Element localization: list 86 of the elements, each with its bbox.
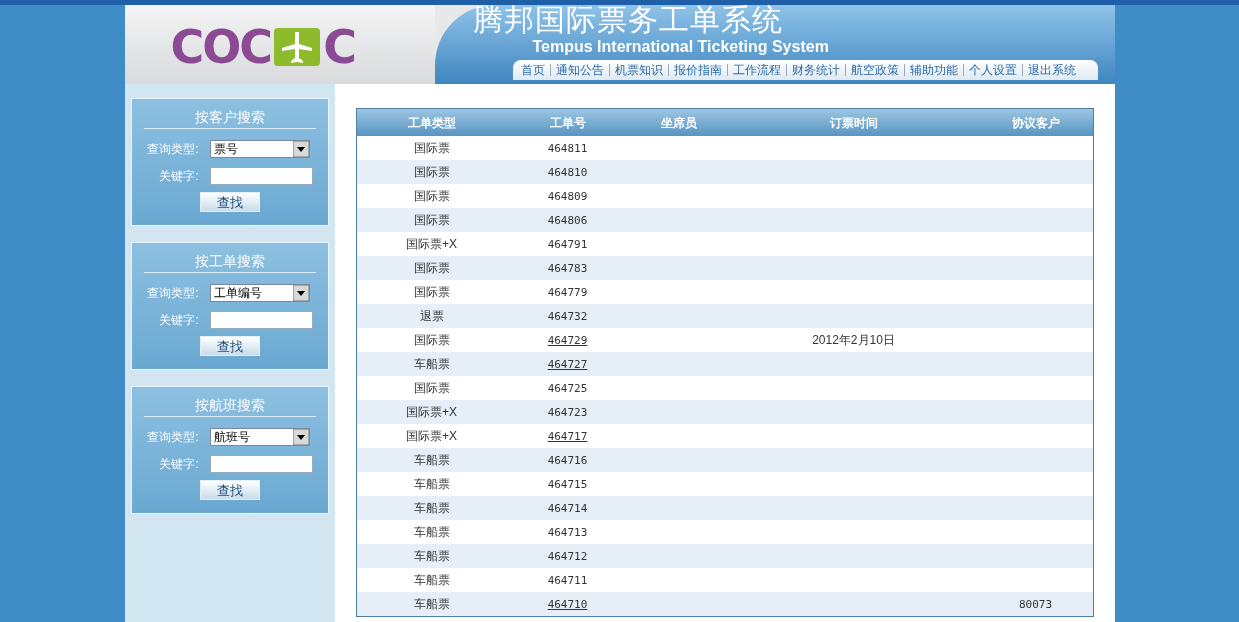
table-cell: 国际票	[413, 141, 450, 155]
table-cell: 464811	[547, 141, 588, 155]
table-cell: 车船票	[413, 573, 450, 587]
keyword-input[interactable]	[209, 455, 313, 473]
table-cell: 464806	[547, 213, 588, 227]
field-label: 查询类型:	[146, 141, 200, 158]
nav-link[interactable]: 报价指南	[673, 61, 722, 79]
table-cell: 国际票	[413, 333, 450, 347]
column-header: 工单号	[506, 109, 629, 136]
field-label: 查询类型:	[146, 429, 200, 446]
dropdown-arrow-icon	[292, 285, 309, 301]
table-cell: 车船票	[413, 453, 450, 467]
table-cell: 464732	[547, 309, 588, 323]
select-value: 票号	[213, 141, 238, 158]
table-cell: 国际票+X	[406, 429, 457, 443]
table-cell: 国际票	[413, 165, 450, 179]
nav-link[interactable]: 首页	[520, 61, 545, 79]
table-cell: 464713	[547, 525, 588, 539]
search-button[interactable]: 查找	[199, 336, 260, 356]
table-cell: 2012年2月10日	[812, 333, 895, 347]
field-label: 关键字:	[158, 456, 200, 473]
field-label: 查询类型:	[146, 285, 200, 302]
query-type-select[interactable]: 工单编号	[209, 284, 310, 302]
select-value: 工单编号	[213, 285, 262, 302]
table-cell: 车船票	[413, 549, 450, 563]
order-number-link[interactable]: 464717	[547, 429, 588, 443]
table-cell: 464791	[547, 237, 588, 251]
table-cell: 车船票	[413, 357, 450, 371]
select-value: 航班号	[213, 429, 250, 446]
panel-title: 按工单搜索	[143, 251, 316, 273]
table-cell: 464716	[547, 453, 588, 467]
table-cell: 464714	[547, 501, 588, 515]
nav-link[interactable]: 财务统计	[791, 61, 840, 79]
table-cell: 464809	[547, 189, 588, 203]
table-cell: 车船票	[413, 525, 450, 539]
nav-link[interactable]: 退出系统	[1027, 61, 1076, 79]
order-number-link[interactable]: 464729	[547, 333, 588, 347]
table-cell: 车船票	[413, 477, 450, 491]
search-button[interactable]: 查找	[199, 480, 260, 500]
logo-text: COC	[170, 23, 272, 70]
table-cell: 464725	[547, 381, 588, 395]
dropdown-arrow-icon	[292, 141, 309, 157]
nav-link[interactable]: 机票知识	[614, 61, 663, 79]
table-cell: 464711	[547, 573, 588, 587]
table-cell: 国际票	[413, 213, 450, 227]
dropdown-arrow-icon	[292, 429, 309, 445]
query-type-select[interactable]: 票号	[209, 140, 310, 158]
column-header: 工单类型	[356, 109, 507, 136]
nav-link[interactable]: 辅助功能	[909, 61, 958, 79]
table-cell: 车船票	[413, 597, 450, 611]
table-cell: 国际票	[413, 189, 450, 203]
table-cell: 国际票+X	[406, 405, 457, 419]
field-label: 关键字:	[158, 168, 200, 185]
nav-link[interactable]: 个人设置	[968, 61, 1017, 79]
table-cell: 464715	[547, 477, 588, 491]
table-cell: 464779	[547, 285, 588, 299]
column-header: 订票时间	[728, 109, 979, 136]
panel-title: 按客户搜索	[143, 107, 316, 129]
table-cell: 464783	[547, 261, 588, 275]
nav-link[interactable]: 通知公告	[555, 61, 604, 79]
query-type-select[interactable]: 航班号	[209, 428, 310, 446]
table-cell: 80073	[1018, 597, 1053, 611]
logo-text: C	[323, 23, 357, 70]
keyword-input[interactable]	[209, 167, 313, 185]
table-cell: 车船票	[413, 501, 450, 515]
panel-title: 按航班搜索	[143, 395, 316, 417]
nav-link[interactable]: 航空政策	[850, 61, 899, 79]
table-cell: 464723	[547, 405, 588, 419]
table-cell: 464810	[547, 165, 588, 179]
order-number-link[interactable]: 464727	[547, 357, 588, 371]
table-cell: 国际票+X	[406, 237, 457, 251]
search-button[interactable]: 查找	[199, 192, 260, 212]
table-cell: 国际票	[413, 381, 450, 395]
table-cell: 464712	[547, 549, 588, 563]
system-title: 腾邦国际票务工单系统	[472, 2, 784, 38]
table-cell: 国际票	[413, 261, 450, 275]
airplane-icon	[274, 27, 321, 66]
field-label: 关键字:	[158, 312, 200, 329]
keyword-input[interactable]	[209, 311, 313, 329]
table-cell: 退票	[419, 309, 444, 323]
table-cell: 国际票	[413, 285, 450, 299]
column-header: 坐席员	[628, 109, 729, 136]
column-header: 协议客户	[978, 109, 1093, 136]
order-number-link[interactable]: 464710	[547, 597, 588, 611]
system-subtitle: Tempus International Ticketing System	[531, 38, 830, 56]
nav-link[interactable]: 工作流程	[732, 61, 781, 79]
